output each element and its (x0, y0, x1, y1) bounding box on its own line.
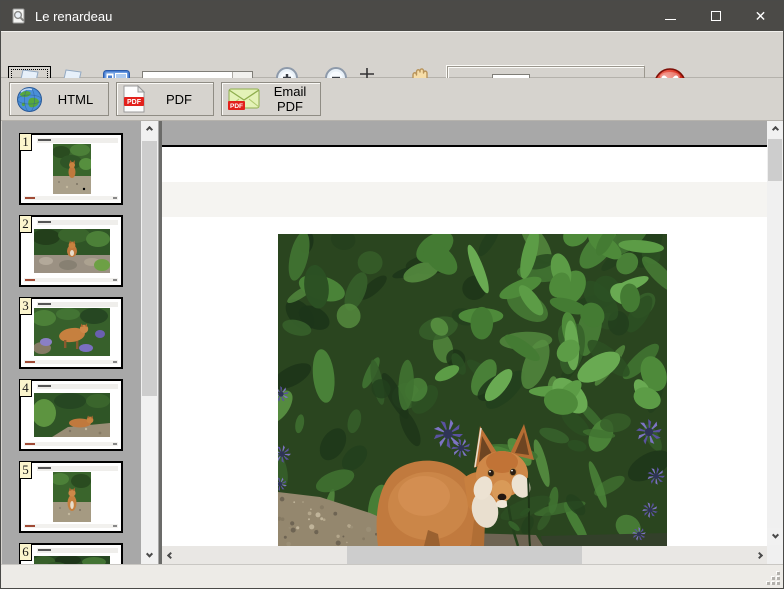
close-icon: ✕ (754, 8, 767, 24)
export-pdf-label: PDF (166, 91, 192, 107)
preview-pane[interactable] (162, 121, 783, 564)
chevron-right-icon (755, 551, 763, 559)
scroll-up-button[interactable] (141, 121, 158, 138)
vertical-scroll-thumb[interactable] (768, 139, 782, 181)
chevron-up-icon (145, 125, 154, 134)
thumbnail-page-3[interactable]: 3 (19, 297, 123, 369)
thumb-image-1 (53, 144, 91, 194)
thumb-image-6 (34, 556, 110, 564)
chevron-down-icon (771, 531, 779, 539)
chevron-up-icon (771, 125, 779, 134)
svg-text:PDF: PDF (230, 103, 243, 110)
thumb-image-5 (53, 472, 91, 522)
document-page[interactable] (162, 147, 767, 546)
window-title: Le renardeau (35, 8, 113, 24)
thumb-header (37, 138, 118, 143)
export-email-pdf-label: Email PDF (273, 84, 307, 114)
thumbnail-page-4[interactable]: 4 (19, 379, 123, 451)
scroll-down-button[interactable] (767, 528, 783, 545)
scrollbar-corner (767, 546, 783, 564)
content-area: 1 2 3 4 5 6 (2, 121, 783, 564)
scroll-down-button[interactable] (141, 547, 158, 564)
maximize-button[interactable] (693, 1, 738, 31)
titlebar: Le renardeau ✕ (1, 1, 783, 31)
horizontal-scrollbar[interactable] (162, 546, 767, 564)
page-header-band (162, 182, 767, 217)
thumbnail-number: 1 (19, 133, 32, 151)
export-toolbar: HTML PDF PDF PDF Email PDF (1, 78, 783, 121)
resize-grip[interactable] (767, 572, 780, 585)
thumb-image-4 (34, 393, 110, 437)
export-email-pdf-button[interactable]: PDF Email PDF (221, 82, 321, 116)
thumbnail-page-5[interactable]: 5 (19, 461, 123, 533)
chevron-down-icon (145, 550, 154, 558)
export-html-button[interactable]: HTML (9, 82, 109, 116)
close-button[interactable]: ✕ (738, 1, 783, 31)
scroll-left-button[interactable] (162, 546, 178, 564)
thumb-footer (24, 196, 118, 200)
sidebar-scroll-thumb[interactable] (142, 141, 157, 396)
thumbnail-page-1[interactable]: 1 (19, 133, 123, 205)
thumb-image-2 (34, 229, 110, 273)
email-pdf-icon: PDF (228, 86, 260, 112)
maximize-icon (710, 11, 721, 21)
thumbnail-page-6[interactable]: 6 (19, 543, 123, 564)
horizontal-scroll-thumb[interactable] (347, 546, 582, 564)
scroll-right-button[interactable] (751, 546, 767, 564)
vertical-scrollbar[interactable] (767, 121, 783, 546)
thumb-image-3 (34, 308, 110, 356)
main-toolbar: 100 % (1, 31, 783, 102)
sidebar-scrollbar[interactable] (141, 121, 158, 564)
pdf-file-icon: PDF (123, 85, 145, 113)
app-icon (12, 8, 25, 24)
globe-icon (16, 86, 43, 113)
chevron-left-icon (166, 551, 174, 559)
fox-photo (278, 234, 667, 546)
minimize-icon (665, 18, 676, 20)
thumbnail-sidebar: 1 2 3 4 5 6 (2, 121, 159, 564)
preview-window: Le renardeau ✕ 1 HTML PDF PDF PDF Email … (0, 0, 784, 589)
svg-text:PDF: PDF (127, 99, 142, 106)
export-pdf-button[interactable]: PDF PDF (116, 82, 214, 116)
export-html-label: HTML (57, 91, 94, 107)
scroll-up-button[interactable] (767, 121, 783, 138)
status-bar (1, 564, 783, 588)
preview-background (162, 121, 767, 145)
thumbnail-page-2[interactable]: 2 (19, 215, 123, 287)
minimize-button[interactable] (648, 1, 693, 31)
